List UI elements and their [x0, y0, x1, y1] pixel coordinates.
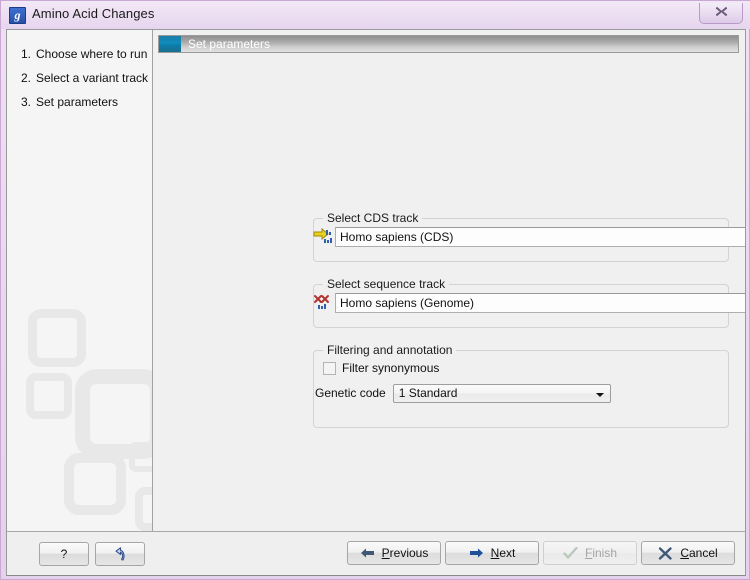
filter-synonymous-row: Filter synonymous: [323, 360, 439, 376]
step-label: Choose where to run: [36, 47, 148, 61]
close-button[interactable]: [699, 3, 743, 24]
cds-track-row: Homo sapiens (CDS): [313, 226, 745, 248]
x-icon: [658, 546, 673, 560]
cds-track-field[interactable]: Homo sapiens (CDS): [335, 227, 745, 247]
help-label: ?: [60, 547, 68, 561]
cds-track-icon: [313, 227, 335, 247]
reset-button[interactable]: [95, 542, 145, 566]
parameters-panel: Set parameters Select CDS track Homo sap…: [153, 30, 745, 531]
previous-label: Previous: [381, 546, 429, 560]
step-label: Set parameters: [36, 95, 119, 109]
genetic-code-label: Genetic code: [315, 386, 386, 400]
sequence-group-label: Select sequence track: [323, 277, 450, 291]
window-title: Amino Acid Changes: [32, 6, 155, 21]
app-icon: g: [9, 7, 26, 24]
next-button[interactable]: Next: [445, 541, 539, 565]
previous-button[interactable]: Previous: [347, 541, 441, 565]
genetic-code-select[interactable]: 1 Standard: [392, 383, 611, 403]
sequence-track-field[interactable]: Homo sapiens (Genome): [335, 293, 745, 313]
step-number: 3.: [21, 95, 32, 109]
dialog-window: g Amino Acid Changes 1. Choose where to …: [0, 0, 750, 580]
cancel-label: Cancel: [680, 546, 718, 560]
cancel-button[interactable]: Cancel: [641, 541, 735, 565]
genetic-code-row: Genetic code 1 Standard: [315, 383, 611, 403]
teal-square-icon: [159, 36, 181, 52]
undo-arrow-icon: [112, 546, 129, 562]
watermark-decoration: [7, 301, 152, 531]
sequence-track-row: Homo sapiens (Genome): [313, 292, 745, 314]
filter-synonymous-label: Filter synonymous: [342, 361, 440, 375]
check-icon: [563, 546, 578, 560]
close-icon: [715, 6, 727, 17]
dialog-button-bar: ? Previous Next Finish Cancel: [7, 531, 745, 575]
title-bar: g Amino Acid Changes: [1, 1, 750, 29]
chevron-down-icon: [595, 392, 604, 397]
steps-list: 1. Choose where to run 2. Select a varia…: [7, 30, 152, 114]
dialog-body: 1. Choose where to run 2. Select a varia…: [6, 29, 746, 576]
filtering-group-label: Filtering and annotation: [323, 343, 457, 357]
arrow-right-icon: [469, 547, 484, 559]
step-number: 1.: [21, 47, 32, 61]
finish-label: Finish: [584, 546, 618, 560]
help-button[interactable]: ?: [39, 542, 89, 566]
step-number: 2.: [21, 71, 32, 85]
next-label: Next: [490, 546, 516, 560]
sidebar-item-set-parameters[interactable]: 3. Set parameters: [7, 90, 152, 114]
sidebar-item-choose-where-to-run[interactable]: 1. Choose where to run: [7, 42, 152, 66]
sidebar-item-select-variant-track[interactable]: 2. Select a variant track: [7, 66, 152, 90]
section-header: Set parameters: [158, 35, 739, 53]
arrow-left-icon: [360, 547, 375, 559]
section-title: Set parameters: [188, 37, 271, 51]
genome-track-icon: [313, 293, 335, 313]
genetic-code-value: 1 Standard: [398, 385, 458, 400]
step-label: Select a variant track: [36, 71, 149, 85]
finish-button: Finish: [543, 541, 637, 565]
cds-group-label: Select CDS track: [323, 211, 423, 225]
filter-synonymous-checkbox[interactable]: [323, 361, 336, 375]
wizard-steps-sidebar: 1. Choose where to run 2. Select a varia…: [7, 30, 153, 531]
